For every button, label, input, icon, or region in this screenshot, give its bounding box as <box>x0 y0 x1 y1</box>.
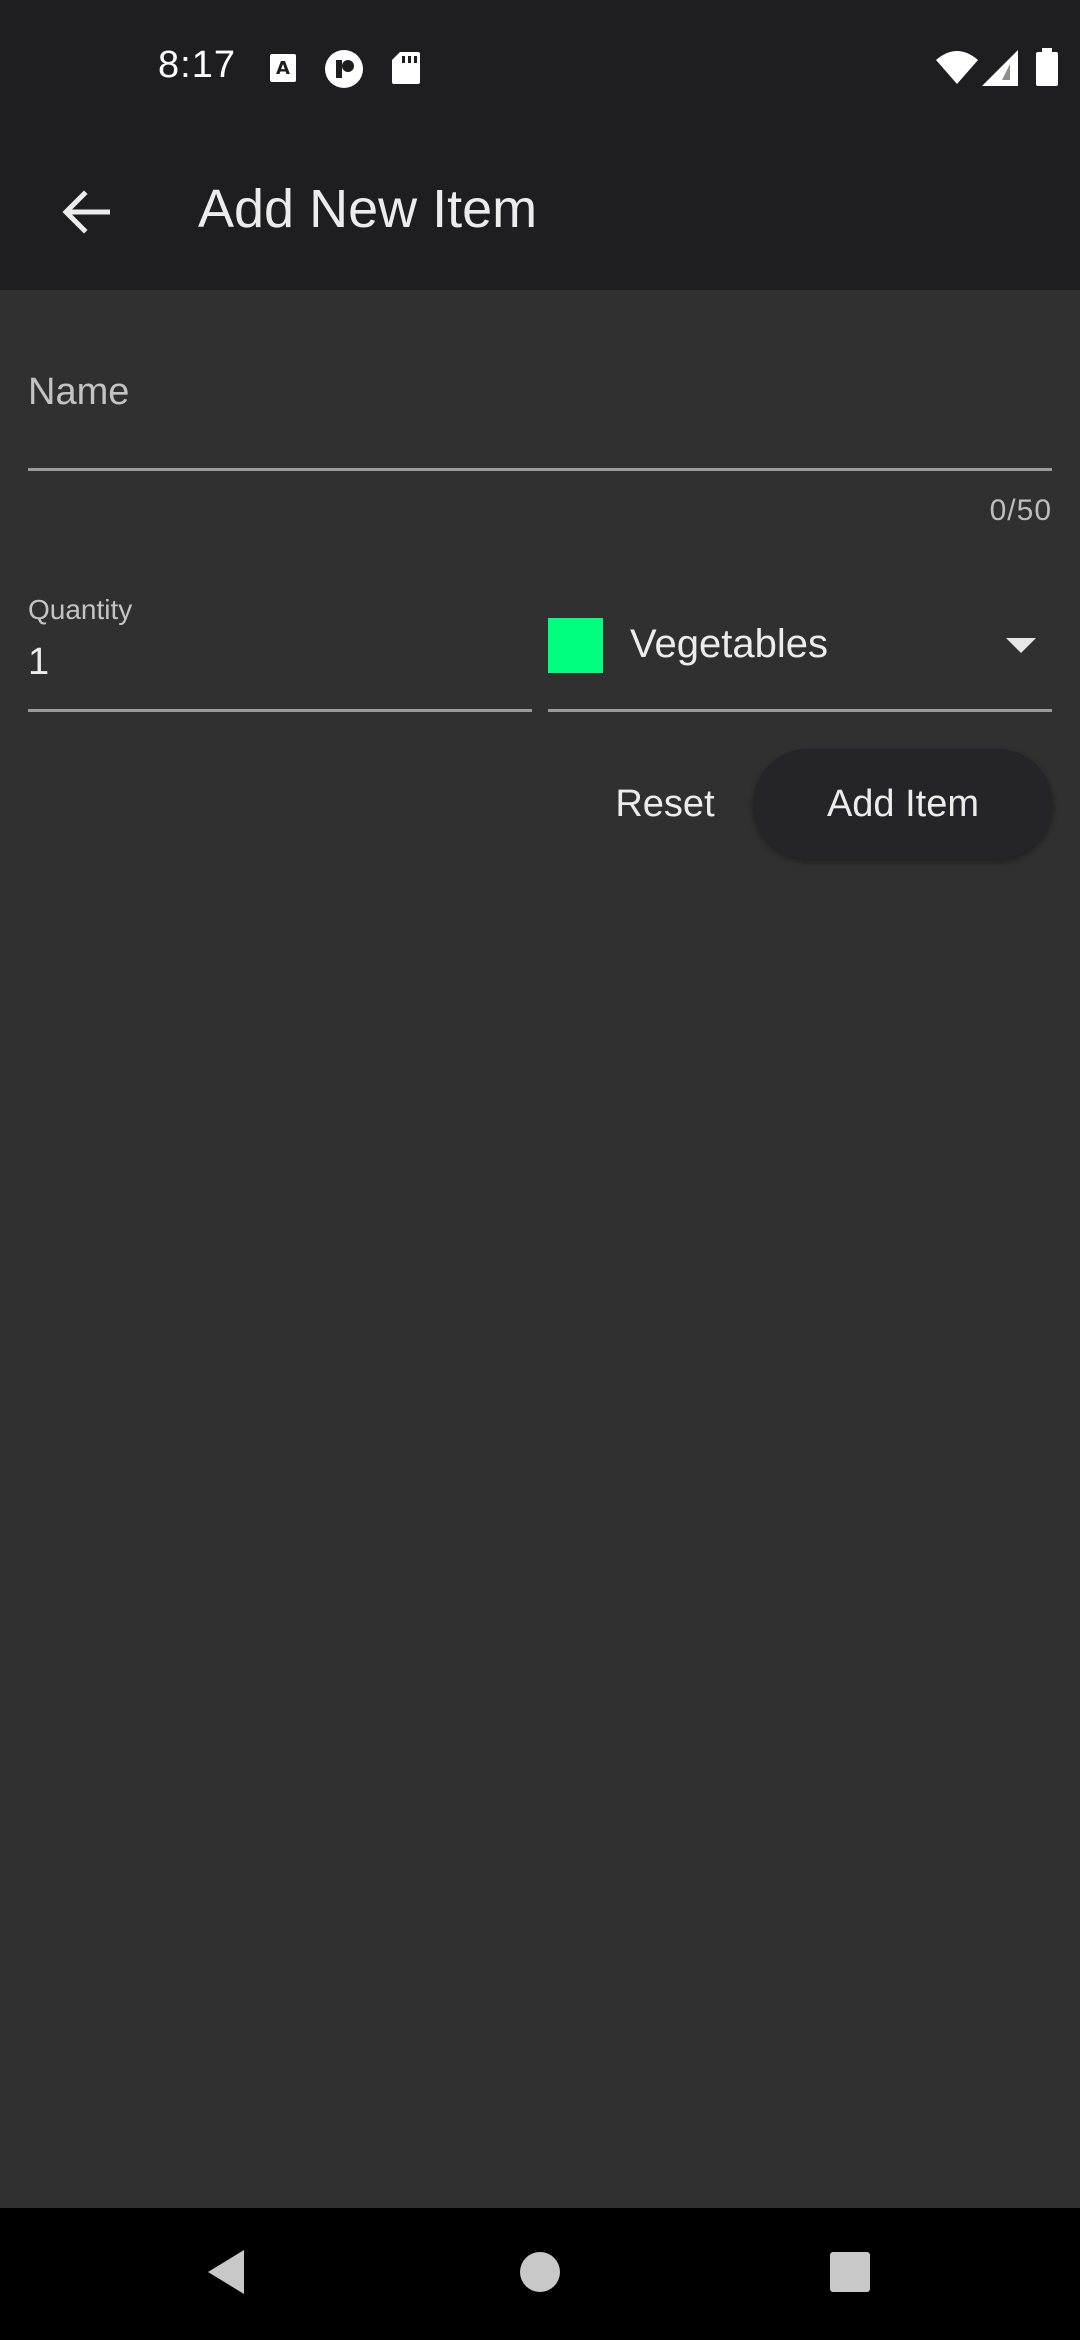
sd-card-icon <box>392 52 420 89</box>
quantity-input[interactable] <box>28 634 532 690</box>
category-color-swatch <box>548 618 603 673</box>
reset-button[interactable]: Reset <box>598 764 732 844</box>
signal-icon <box>982 50 1018 91</box>
svg-text:A: A <box>276 58 290 79</box>
app-bar: Add New Item <box>0 138 1080 290</box>
category-dropdown[interactable]: Vegetables <box>548 584 1052 712</box>
battery-icon <box>1036 48 1058 91</box>
arrow-left-icon <box>62 189 111 239</box>
category-underline <box>548 709 1052 712</box>
quantity-label: Quantity <box>28 594 133 625</box>
add-item-button[interactable]: Add Item <box>753 749 1053 859</box>
nav-recents-button[interactable] <box>810 2234 890 2314</box>
character-counter: 0/50 <box>989 494 1052 527</box>
name-input[interactable] <box>28 415 1052 465</box>
name-underline <box>28 468 1052 471</box>
name-label: Name <box>28 371 130 413</box>
square-recents-icon <box>828 2250 872 2299</box>
wifi-icon <box>936 50 978 89</box>
nav-home-button[interactable] <box>500 2234 580 2314</box>
page-title: Add New Item <box>198 179 538 239</box>
status-time: 8:17 <box>158 44 236 86</box>
name-field[interactable]: Name <box>28 345 1052 471</box>
status-bar: 8:17 A <box>0 0 1080 138</box>
quantity-underline <box>28 709 532 712</box>
dropdown-arrow-icon <box>1006 638 1036 653</box>
triangle-back-icon <box>204 2248 248 2301</box>
nav-back-button[interactable] <box>186 2234 266 2314</box>
category-selected-label: Vegetables <box>630 622 828 666</box>
pocket-icon <box>325 50 363 93</box>
font-a-icon: A <box>270 54 296 87</box>
navigation-bar <box>0 2208 1080 2340</box>
add-item-screen: 8:17 A Add New Item Name 0/50 Quantity 1… <box>0 0 1080 2340</box>
back-button[interactable] <box>40 168 132 260</box>
circle-home-icon <box>518 2250 562 2299</box>
quantity-field[interactable]: Quantity <box>28 584 532 712</box>
